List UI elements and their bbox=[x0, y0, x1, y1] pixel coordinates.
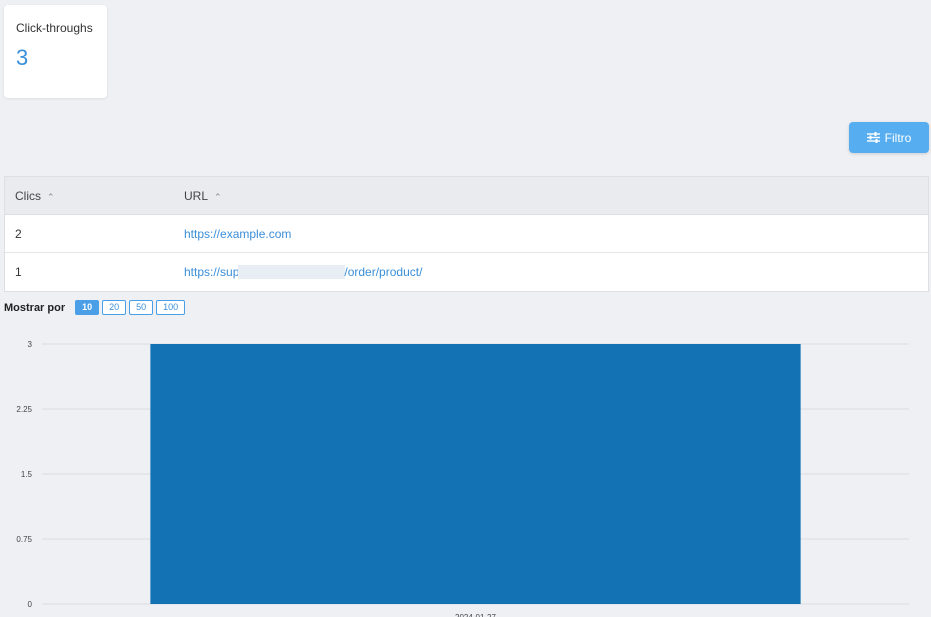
column-header-clics[interactable]: Clics ⌃ bbox=[5, 189, 184, 203]
sort-caret-icon: ⌃ bbox=[214, 191, 222, 202]
y-tick-label: 2.25 bbox=[16, 405, 32, 414]
clicks-table: Clics ⌃ URL ⌃ 2 https://example.com 1 http… bbox=[4, 176, 929, 292]
page-size-100-button[interactable]: 100 bbox=[156, 300, 186, 315]
stat-value: 3 bbox=[16, 45, 29, 70]
column-header-url[interactable]: URL ⌃ bbox=[184, 189, 928, 203]
page-size-selector: Mostrar por 10 20 50 100 bbox=[4, 300, 186, 315]
x-tick-label: 2024-01-27 bbox=[455, 613, 496, 617]
table-row: 2 https://example.com bbox=[5, 215, 928, 253]
y-tick-label: 1.5 bbox=[21, 470, 33, 479]
page-size-10-button[interactable]: 10 bbox=[75, 300, 100, 315]
click-throughs-card: Click-throughs 3 bbox=[4, 5, 107, 98]
sliders-icon bbox=[866, 132, 880, 143]
stat-label: Click-throughs bbox=[16, 21, 93, 35]
redacted-block bbox=[238, 265, 346, 280]
clicks-bar-chart: 0 0.75 1.5 2.25 3 2024-01-27 bbox=[16, 340, 909, 617]
bar[interactable] bbox=[150, 344, 801, 604]
y-tick-label: 3 bbox=[28, 340, 33, 349]
table-row: 1 https://sup/order/product/ bbox=[5, 253, 928, 291]
filter-button-label: Filtro bbox=[884, 130, 912, 145]
y-tick-label: 0.75 bbox=[16, 535, 32, 544]
cell-clics: 1 bbox=[15, 265, 22, 279]
filter-button[interactable]: Filtro bbox=[849, 122, 929, 153]
cell-clics: 2 bbox=[15, 226, 22, 241]
page-size-label: Mostrar por bbox=[4, 301, 66, 314]
page-size-20-button[interactable]: 20 bbox=[102, 300, 127, 315]
sort-caret-icon: ⌃ bbox=[47, 191, 55, 202]
url-link[interactable]: https://sup/order/product/ bbox=[184, 265, 928, 280]
url-link[interactable]: https://example.com bbox=[184, 227, 291, 241]
y-tick-label: 0 bbox=[28, 600, 33, 609]
page-size-50-button[interactable]: 50 bbox=[129, 300, 154, 315]
table-header: Clics ⌃ URL ⌃ bbox=[5, 177, 928, 215]
